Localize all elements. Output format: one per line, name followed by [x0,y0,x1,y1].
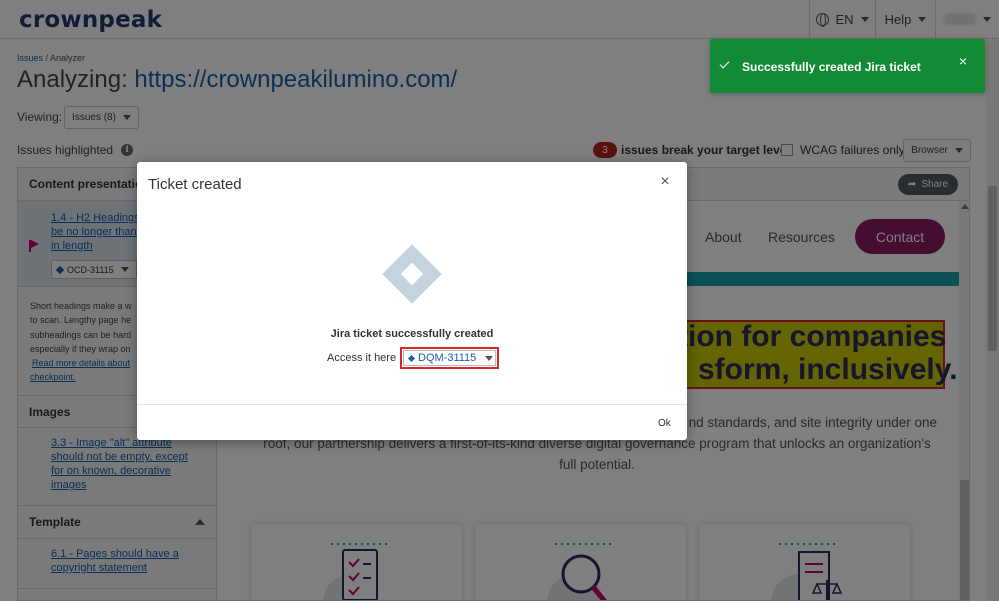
success-toast: Successfully created Jira ticket × [710,39,985,93]
ok-button[interactable]: Ok [658,418,671,429]
success-message: Jira ticket successfully created [330,328,494,340]
toast-message: Successfully created Jira ticket [742,60,921,74]
access-label: Access it here [327,352,397,364]
dialog-title: Ticket created [148,176,242,193]
ticket-created-dialog: Ticket created × Jira ticket successfull… [137,162,687,440]
close-icon[interactable]: × [657,173,673,190]
close-icon[interactable]: × [955,53,971,69]
ticket-link-label: DQM-31115 [418,352,477,364]
dialog-divider [137,404,687,405]
ticket-link-highlight: DQM-31115 [400,347,499,369]
checkmark-icon [719,58,730,69]
ticket-link-dropdown[interactable]: DQM-31115 [403,350,496,366]
chevron-down-icon [485,355,494,361]
jira-diamond-icon [407,354,416,362]
